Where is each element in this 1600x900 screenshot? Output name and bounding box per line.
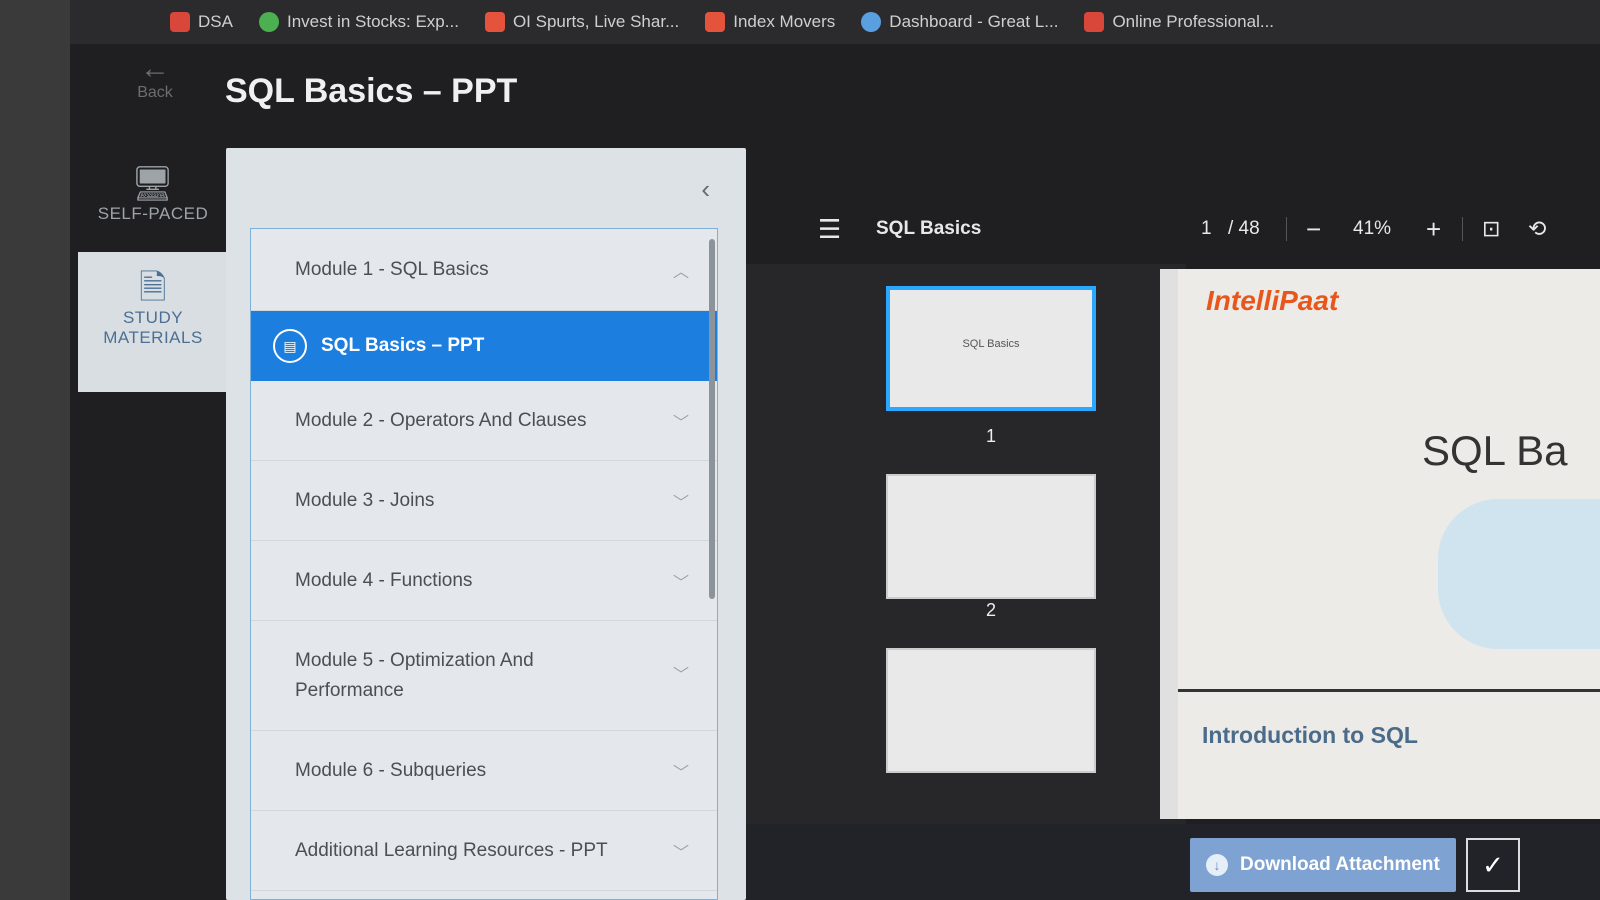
bookmark-online-professional[interactable]: Online Professional... [1084, 12, 1274, 32]
page-number-input[interactable]: 1 [1201, 218, 1212, 240]
pdf-toolbar: ☰ SQL Basics 1 / 48 − 41% + ⊡ ⟲ [746, 194, 1600, 264]
slide-footer: Introduction to SQL [1178, 689, 1600, 819]
app-window: ← Back SQL Basics – PPT 🖥 SELF-PACED 🗎 S… [70, 44, 1600, 900]
rotate-icon[interactable]: ⟲ [1528, 216, 1546, 242]
bookmark-icon [170, 12, 190, 32]
bookmark-icon [1084, 12, 1105, 32]
left-nav: 🖥 SELF-PACED 🗎 STUDY MATERIALS [78, 154, 228, 900]
slide-title: SQL Ba [1422, 427, 1568, 474]
bookmark-icon [861, 12, 882, 32]
module-1[interactable]: Module 1 - SQL Basics ︿ [251, 229, 717, 311]
document-name: SQL Basics [876, 218, 982, 239]
module-6[interactable]: Module 6 - Subqueries ﹀ [251, 731, 717, 811]
page-title: SQL Basics – PPT [225, 72, 518, 110]
zoom-out-minus-icon[interactable]: − [1306, 214, 1321, 245]
chevron-down-icon: ﹀ [672, 764, 689, 782]
module-5[interactable]: Module 5 - Optimization And Performance … [251, 621, 717, 731]
thumbnail-page-2[interactable] [886, 474, 1096, 599]
bookmark-oi-spurts[interactable]: OI Spurts, Live Shar... [484, 12, 679, 32]
chevron-up-icon: ︿ [672, 263, 689, 281]
bookmark-invest[interactable]: Invest in Stocks: Exp... [258, 12, 459, 32]
nav-self-paced[interactable]: 🖥 SELF-PACED [78, 154, 228, 234]
bookmark-dsa[interactable]: DSA [170, 12, 233, 32]
lesson-sql-basics-ppt[interactable]: ▤ SQL Basics – PPT [251, 311, 717, 381]
chevron-down-icon: ﹀ [672, 574, 689, 592]
screen-bezel [0, 0, 70, 900]
bookmarks-bar: DSA Invest in Stocks: Exp... OI Spurts, … [70, 0, 1600, 44]
back-button[interactable]: ← Back [125, 54, 185, 102]
download-attachment-button[interactable]: ↓ Download Attachment [1190, 838, 1456, 892]
zoom-in-plus-icon[interactable]: + [1426, 214, 1441, 245]
thumbnail-panel: SQL Basics 1 2 [746, 264, 1186, 824]
module-4[interactable]: Module 4 - Functions ﹀ [251, 541, 717, 621]
bookmark-index-movers[interactable]: Index Movers [705, 12, 835, 32]
chevron-down-icon: ﹀ [672, 494, 689, 512]
bookmark-icon [258, 12, 279, 32]
chevron-down-icon: ﹀ [672, 666, 689, 684]
bookmark-dashboard[interactable]: Dashboard - Great L... [861, 12, 1058, 32]
thumbnail-page-3[interactable] [886, 648, 1096, 773]
slide-scrollbar[interactable] [1160, 269, 1178, 819]
document-icon: 🗎 [139, 269, 167, 307]
toolbar-divider [1462, 217, 1463, 241]
thumbnail-page-1[interactable]: SQL Basics [886, 286, 1096, 411]
bottom-action-bar: ↓ Download Attachment ✓ [746, 824, 1600, 900]
module-panel: ‹ Module 1 - SQL Basics ︿ ▤ SQL Basics –… [226, 148, 746, 900]
module-additional-resources[interactable]: Additional Learning Resources - PPT ﹀ [251, 811, 717, 891]
page-total: / 48 [1228, 218, 1260, 239]
slide-illustration [1438, 499, 1600, 649]
mark-complete-check-icon[interactable]: ✓ [1466, 838, 1520, 892]
bookmark-icon [484, 12, 505, 32]
module-list-scrollbar[interactable] [709, 239, 715, 599]
toolbar-divider [1286, 217, 1287, 241]
zoom-level[interactable]: 41% [1353, 218, 1391, 240]
nav-study-materials[interactable]: 🗎 STUDY MATERIALS [78, 252, 228, 392]
back-arrow-icon: ← [140, 52, 170, 85]
monitor-user-icon: 🖥 [131, 165, 175, 203]
module-2[interactable]: Module 2 - Operators And Clauses ﹀ [251, 381, 717, 461]
module-list: Module 1 - SQL Basics ︿ ▤ SQL Basics – P… [250, 228, 718, 900]
module-3[interactable]: Module 3 - Joins ﹀ [251, 461, 717, 541]
fit-page-icon[interactable]: ⊡ [1482, 216, 1500, 242]
bookmark-icon [705, 12, 726, 32]
slide-preview: IntelliPaat SQL Ba Introduction to SQL [1178, 269, 1600, 819]
hamburger-menu-icon[interactable]: ☰ [818, 214, 841, 245]
collapse-panel-chevron-left-icon[interactable]: ‹ [701, 174, 710, 205]
chevron-down-icon: ﹀ [672, 414, 689, 432]
document-circle-icon: ▤ [273, 329, 307, 363]
intellipaat-logo: IntelliPaat [1206, 285, 1339, 316]
download-icon: ↓ [1206, 854, 1228, 876]
chevron-down-icon: ﹀ [672, 844, 689, 862]
